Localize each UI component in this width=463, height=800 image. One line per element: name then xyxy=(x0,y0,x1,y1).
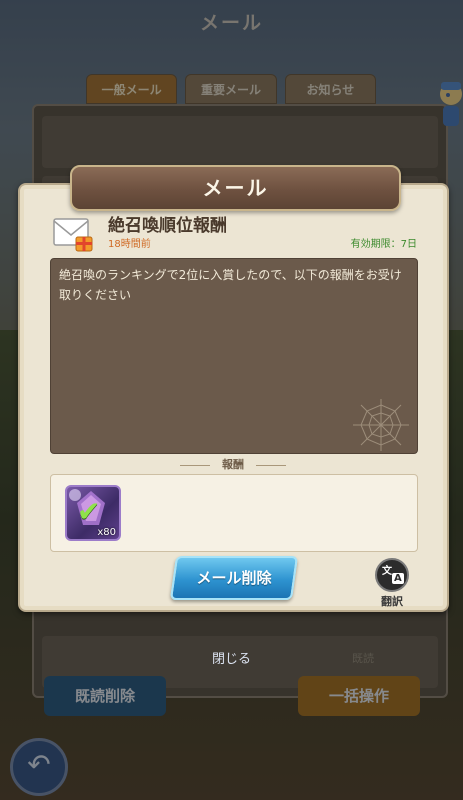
mail-received-time: 18時間前 xyxy=(108,239,151,250)
reward-panel: ✔ x80 xyxy=(50,474,418,552)
mail-body-text: 絶召喚のランキングで2位に入賞したので、以下の報酬をお受け取りください xyxy=(59,268,402,302)
delete-mail-label: メール削除 xyxy=(196,569,272,587)
translate-glyph-kanji: 文 xyxy=(382,566,392,577)
claimed-check-icon: ✔ xyxy=(77,495,101,528)
delete-mail-button[interactable]: メール削除 xyxy=(169,556,299,600)
dialog-title: メール xyxy=(202,176,269,200)
mail-detail-dialog: メール 絶召喚順位報酬 18時間前 有効期限：7日 絶召喚のランキングで2位に入… xyxy=(18,165,449,612)
summon-crystal-icon[interactable]: ✔ x80 xyxy=(65,485,121,541)
reward-label: 報酬 xyxy=(50,456,416,472)
dialog-title-bar: メール xyxy=(70,165,401,211)
reward-divider: 報酬 xyxy=(50,456,416,476)
close-link[interactable]: 閉じる xyxy=(0,648,463,667)
translate-label: 翻訳 xyxy=(381,595,403,608)
mail-gift-icon xyxy=(53,218,93,252)
item-count: x80 xyxy=(97,527,116,538)
mail-expiry: 有効期限：7日 xyxy=(350,239,417,250)
translate-icon: 文 A xyxy=(375,558,409,592)
mail-subject: 絶召喚順位報酬 xyxy=(108,216,227,236)
cobweb-icon xyxy=(353,399,409,451)
mail-body-panel: 絶召喚のランキングで2位に入賞したので、以下の報酬をお受け取りください xyxy=(50,258,418,454)
reward-label-text: 報酬 xyxy=(216,458,250,471)
translate-button[interactable]: 文 A 翻訳 xyxy=(375,558,409,608)
translate-glyph-latin: A xyxy=(392,573,404,584)
